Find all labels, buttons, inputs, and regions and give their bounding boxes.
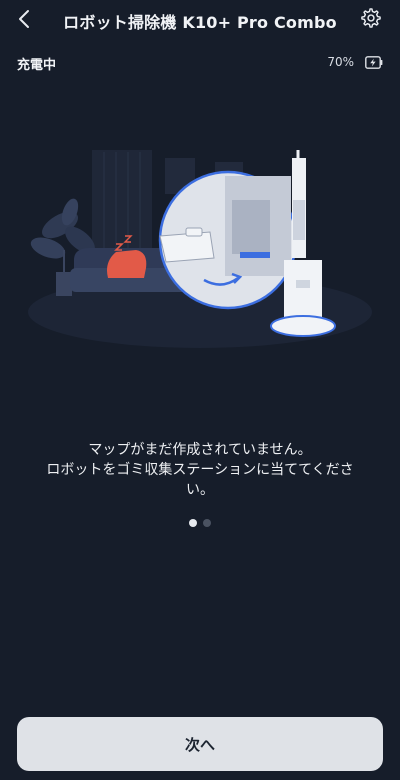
gear-icon[interactable] — [360, 7, 382, 29]
message-line: い。 — [186, 482, 214, 498]
dock-robot-illustration — [28, 150, 372, 348]
robot-on-dock — [270, 315, 336, 337]
page-dot-active — [189, 519, 197, 527]
status-row: 充電中 70% — [0, 54, 400, 74]
robot-closeup — [159, 231, 215, 263]
battery-charging-icon — [365, 56, 383, 69]
dock-station — [284, 260, 322, 318]
instruction-message: マップがまだ作成されていません。 ロボットをゴミ収集ステーションに当ててくださ … — [20, 440, 380, 500]
page-title: ロボット掃除機 K10+ Pro Combo — [63, 13, 337, 32]
page-dot — [203, 519, 211, 527]
charging-status: 充電中 — [17, 58, 57, 73]
battery-percent: 70% — [327, 55, 354, 69]
next-button[interactable]: 次へ — [17, 717, 383, 771]
top-bar: ロボット掃除機 K10+ Pro Combo — [0, 0, 400, 38]
message-line: ロボットをゴミ収集ステーションに当ててくださ — [46, 462, 354, 478]
plant-pot — [56, 272, 72, 296]
page-indicator — [0, 512, 400, 527]
message-line: マップがまだ作成されていません。 — [88, 442, 312, 458]
